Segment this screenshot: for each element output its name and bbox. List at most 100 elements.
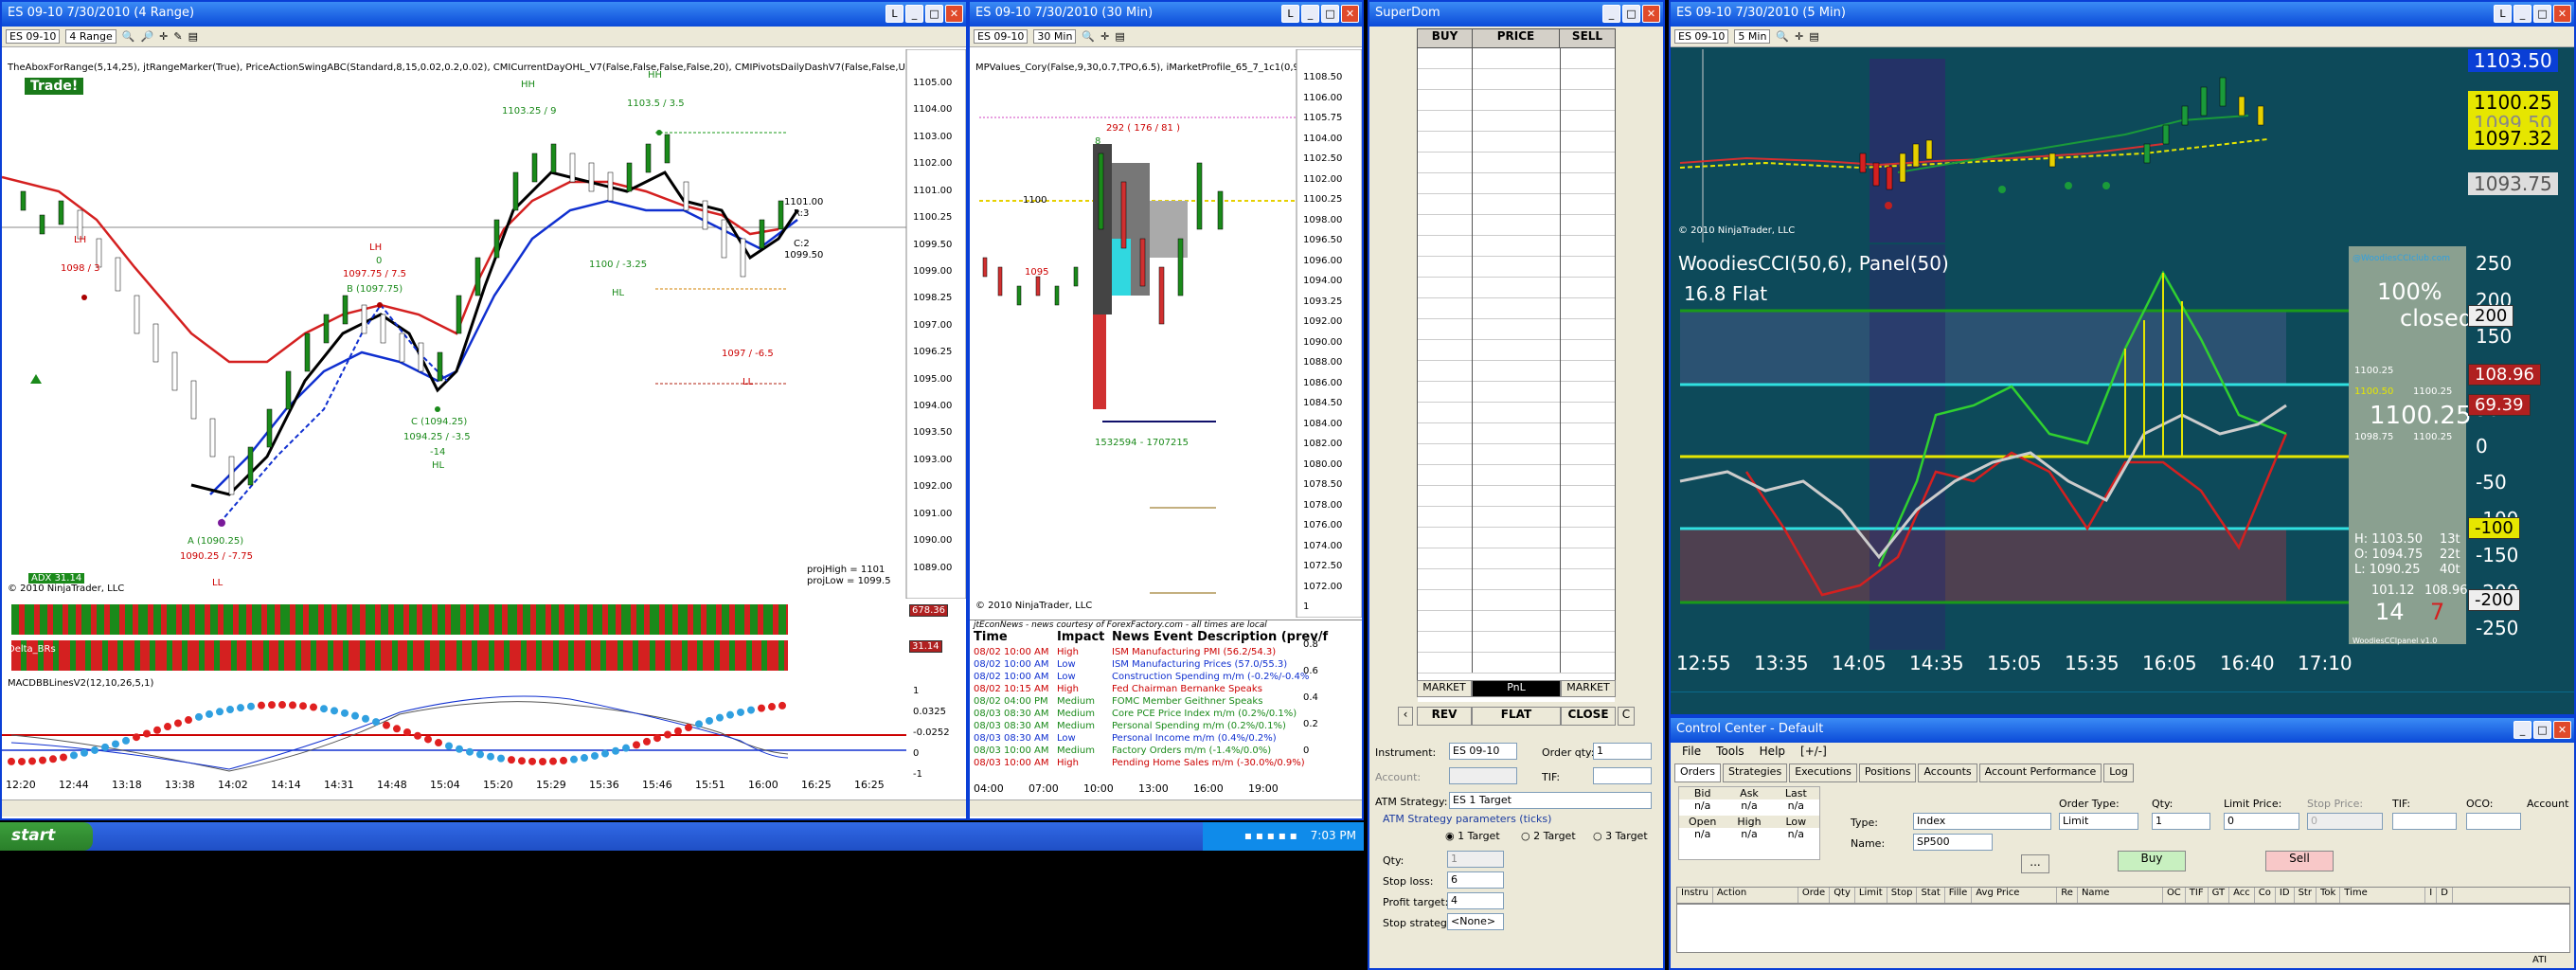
- close-position-button[interactable]: CLOSE: [1561, 707, 1616, 726]
- maximize-button[interactable]: □: [925, 5, 943, 23]
- column-header[interactable]: Re: [2057, 888, 2078, 903]
- oco-input[interactable]: [2466, 813, 2521, 830]
- tab-executions[interactable]: Executions: [1789, 763, 1857, 782]
- minimize-button[interactable]: _: [1602, 5, 1620, 23]
- column-header[interactable]: Str: [2295, 888, 2317, 903]
- qty-input[interactable]: 1: [2152, 813, 2210, 830]
- orders-grid[interactable]: [1676, 904, 2570, 953]
- tab-accounts[interactable]: Accounts: [1918, 763, 1977, 782]
- flatten-button[interactable]: FLAT: [1472, 707, 1561, 726]
- column-header[interactable]: OC: [2163, 888, 2186, 903]
- crosshair-icon[interactable]: ✛: [159, 30, 168, 43]
- limit-price-input[interactable]: 0: [2224, 813, 2299, 830]
- qty-input[interactable]: 1: [1447, 851, 1504, 868]
- interval-selector[interactable]: 5 Min: [1734, 29, 1771, 44]
- crosshair-icon[interactable]: ✛: [1795, 30, 1803, 43]
- zoom-in-icon[interactable]: 🔍: [122, 30, 135, 43]
- column-header[interactable]: Limit: [1855, 888, 1887, 903]
- price-panel-5min[interactable]: © 2010 NinjaTrader, LLC 1103.50 1100.25 …: [1671, 49, 2574, 242]
- column-header[interactable]: Time: [2340, 888, 2426, 903]
- column-header[interactable]: Acc: [2229, 888, 2255, 903]
- pnl-button[interactable]: PnL: [1472, 680, 1561, 697]
- link-button[interactable]: L: [1281, 5, 1299, 23]
- column-header[interactable]: Co: [2255, 888, 2276, 903]
- news-row[interactable]: 08/02 10:15 AM High Fed Chairman Bernanke …: [970, 684, 1297, 696]
- column-header[interactable]: Tok: [2317, 888, 2341, 903]
- c-button[interactable]: C: [1618, 707, 1635, 726]
- news-row[interactable]: 08/02 10:00 AM Low Construction Spending m…: [970, 672, 1309, 684]
- news-row[interactable]: 08/03 08:30 AM Low Personal Income m/m (0.…: [970, 733, 1297, 745]
- sell-button[interactable]: Sell: [2265, 851, 2334, 871]
- close-button[interactable]: ✕: [1341, 5, 1359, 23]
- tif-select[interactable]: [2392, 813, 2457, 830]
- column-header[interactable]: Fille: [1945, 888, 1973, 903]
- column-header[interactable]: ID: [2276, 888, 2295, 903]
- tab-positions[interactable]: Positions: [1858, 763, 1917, 782]
- instrument-select[interactable]: ES 09-10: [1449, 743, 1517, 760]
- column-header[interactable]: TIF: [2186, 888, 2209, 903]
- target-1-radio[interactable]: ◉ 1 Target: [1445, 830, 1500, 842]
- news-row[interactable]: 08/03 10:00 AM High Pending Home Sales m/m…: [970, 758, 1305, 770]
- news-row[interactable]: 08/03 08:30 AM Medium Personal Spending m/…: [970, 721, 1297, 733]
- properties-icon[interactable]: ▤: [188, 30, 198, 43]
- maximize-button[interactable]: □: [1622, 5, 1640, 23]
- window-titlebar[interactable]: Control Center - Default _ □ ✕: [1671, 718, 2574, 743]
- zoom-in-icon[interactable]: 🔍: [1776, 30, 1789, 43]
- instrument-selector[interactable]: ES 09-10: [6, 29, 61, 44]
- column-header[interactable]: Instru: [1677, 888, 1713, 903]
- column-header[interactable]: D: [2437, 888, 2453, 903]
- maximize-button[interactable]: □: [2533, 721, 2551, 739]
- tray-icons[interactable]: ▪ ▪ ▪ ▪ ▪: [1244, 829, 1297, 842]
- zoom-out-icon[interactable]: 🔎: [140, 30, 153, 43]
- tif-select[interactable]: [1593, 767, 1652, 784]
- scroll-left-button[interactable]: ‹: [1398, 707, 1413, 726]
- column-header[interactable]: Stop: [1887, 888, 1918, 903]
- buy-button[interactable]: Buy: [2118, 851, 2186, 871]
- minimize-button[interactable]: _: [2513, 5, 2531, 23]
- maximize-button[interactable]: □: [1321, 5, 1339, 23]
- target-2-radio[interactable]: ○ 2 Target: [1521, 830, 1576, 842]
- dom-ladder[interactable]: BUY PRICE SELL: [1417, 28, 1616, 702]
- close-button[interactable]: ✕: [1642, 5, 1660, 23]
- horizontal-scrollbar[interactable]: [1671, 692, 2574, 714]
- zoom-in-icon[interactable]: 🔍: [1082, 30, 1095, 43]
- window-titlebar[interactable]: ES 09-10 7/30/2010 (5 Min) L _ □ ✕: [1671, 2, 2574, 27]
- column-header[interactable]: I: [2425, 888, 2438, 903]
- buy-market-button[interactable]: MARKET: [1417, 680, 1472, 697]
- properties-icon[interactable]: ▤: [1809, 30, 1818, 43]
- minimize-button[interactable]: _: [905, 5, 923, 23]
- column-header[interactable]: Qty: [1830, 888, 1855, 903]
- tab-account-performance[interactable]: Account Performance: [1978, 763, 2102, 782]
- type-select[interactable]: Index: [1913, 813, 2051, 830]
- column-header[interactable]: Action: [1713, 888, 1798, 903]
- interval-selector[interactable]: 4 Range: [65, 29, 116, 44]
- target-3-radio[interactable]: ○ 3 Target: [1593, 830, 1648, 842]
- name-input[interactable]: SP500: [1913, 834, 1993, 851]
- window-titlebar[interactable]: SuperDom _ □ ✕: [1369, 2, 1663, 27]
- news-row[interactable]: 08/02 10:00 AM Low ISM Manufacturing Price…: [970, 659, 1297, 672]
- start-button[interactable]: start: [0, 822, 93, 851]
- news-row[interactable]: 08/03 08:30 AM Medium Core PCE Price Index…: [970, 709, 1297, 721]
- link-button[interactable]: L: [886, 5, 903, 23]
- column-header[interactable]: Name: [2078, 888, 2163, 903]
- column-header[interactable]: Avg Price: [1972, 888, 2058, 903]
- column-header[interactable]: Orde: [1798, 888, 1831, 903]
- window-titlebar[interactable]: ES 09-10 7/30/2010 (4 Range) L _ □ ✕: [2, 2, 966, 27]
- close-button[interactable]: ✕: [2553, 721, 2571, 739]
- crosshair-icon[interactable]: ✛: [1100, 30, 1109, 43]
- column-header[interactable]: GT: [2209, 888, 2230, 903]
- maximize-button[interactable]: □: [2533, 5, 2551, 23]
- orderqty-input[interactable]: 1: [1593, 743, 1652, 760]
- menu-item[interactable]: [+/-]: [1800, 745, 1827, 760]
- window-titlebar[interactable]: ES 09-10 7/30/2010 (30 Min) L _ □ ✕: [970, 2, 1362, 27]
- stop-strategy-select[interactable]: <None>: [1447, 913, 1504, 930]
- menu-item[interactable]: File: [1682, 745, 1701, 760]
- atm-select[interactable]: ES 1 Target: [1449, 792, 1652, 809]
- menu-item[interactable]: Help: [1760, 745, 1785, 760]
- horizontal-scrollbar[interactable]: [2, 799, 966, 817]
- tab-orders[interactable]: Orders: [1674, 763, 1721, 782]
- stop-loss-input[interactable]: 6: [1447, 871, 1504, 889]
- horizontal-scrollbar[interactable]: [970, 799, 1362, 817]
- menu-item[interactable]: Tools: [1716, 745, 1744, 760]
- instrument-selector[interactable]: ES 09-10: [974, 29, 1029, 44]
